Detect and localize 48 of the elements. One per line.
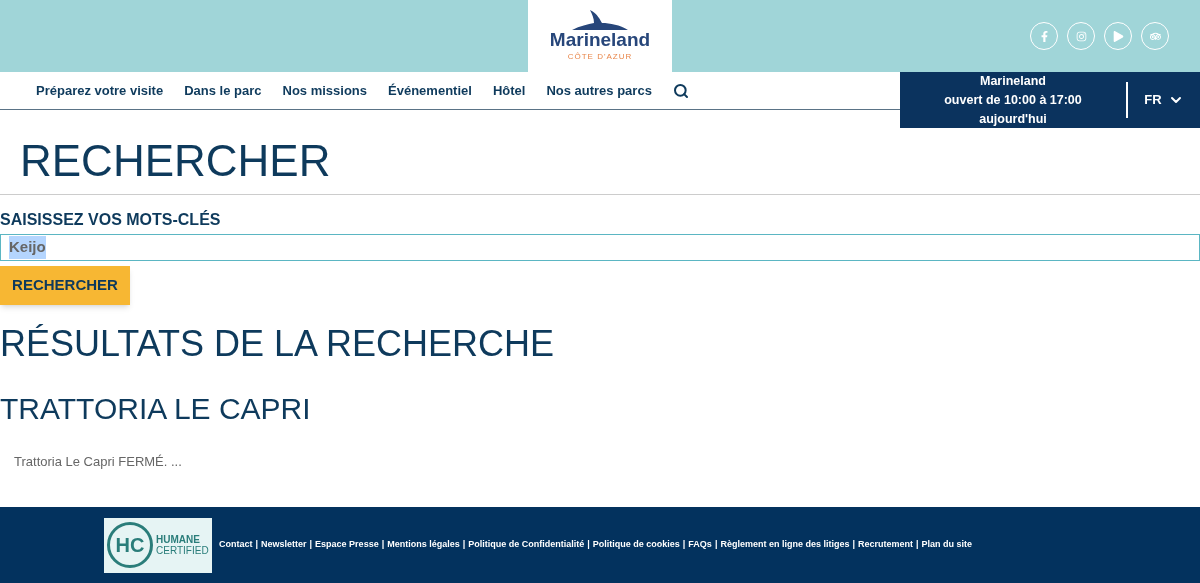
results-heading: RÉSULTATS DE LA RECHERCHE: [0, 324, 556, 364]
footer-link[interactable]: Espace Presse: [315, 538, 379, 552]
link-separator: |: [381, 538, 385, 552]
owl-icon: [1149, 30, 1161, 42]
link-separator: |: [462, 538, 466, 552]
link-separator: |: [255, 538, 259, 552]
footer-link[interactable]: Plan du site: [921, 538, 973, 552]
nav-link[interactable]: Nos autres parcs: [546, 80, 652, 101]
footer-link[interactable]: FAQs: [688, 538, 712, 552]
nav-link[interactable]: Événementiel: [388, 80, 472, 101]
opening-hours-text: aujourd'hui: [979, 110, 1047, 128]
logo[interactable]: Marineland CÔTE D'AZUR: [528, 0, 672, 72]
footer-link[interactable]: Newsletter: [261, 538, 307, 552]
nav-link[interactable]: Hôtel: [492, 80, 526, 101]
play-icon: [1112, 30, 1124, 42]
link-separator: |: [916, 538, 919, 552]
link-separator: |: [714, 538, 718, 552]
footer-link[interactable]: Règlement en ligne des litiges: [720, 538, 850, 552]
link-separator: |: [587, 538, 590, 552]
result-excerpt: Trattoria Le Capri FERMÉ. ...: [14, 453, 183, 471]
opening-hours-text: Marineland: [980, 72, 1046, 90]
footer-link[interactable]: Contact: [219, 538, 253, 552]
footer-link[interactable]: Politique de cookies: [592, 538, 680, 552]
search-button[interactable]: RECHERCHER: [0, 266, 130, 305]
opening-hours-text: ouvert de 10:00 à 17:00: [944, 91, 1082, 109]
nav-link[interactable]: Préparez votre visite: [36, 80, 164, 101]
logo-tagline: CÔTE D'AZUR: [567, 50, 633, 63]
search-value: Keijo: [9, 236, 46, 259]
footer-link[interactable]: Mentions légales: [387, 538, 460, 552]
link-separator: |: [682, 538, 686, 552]
footer-link[interactable]: Recrutement: [858, 538, 913, 552]
badge-mark: HC: [107, 522, 153, 568]
badge-text: CERTIFIED: [156, 545, 209, 556]
link-separator: |: [852, 538, 855, 552]
nav-link[interactable]: Dans le parc: [184, 80, 262, 101]
badge-text: HUMANE: [156, 534, 201, 545]
language-selector[interactable]: FR: [1128, 90, 1200, 110]
instagram-icon: [1075, 30, 1087, 42]
footer-link[interactable]: Politique de Confidentialité: [468, 538, 585, 552]
search-field[interactable]: Keijo: [0, 234, 1200, 261]
page-title: RECHERCHER: [20, 139, 331, 183]
nav-link[interactable]: Nos missions: [282, 80, 368, 101]
result-title[interactable]: TRATTORIA LE CAPRI: [0, 392, 1200, 426]
link-separator: |: [309, 538, 313, 552]
search-icon[interactable]: [672, 82, 689, 99]
search-label: SAISISSEZ VOS MOTS-CLÉS: [0, 210, 222, 230]
fin-icon: [570, 9, 630, 30]
logo-name: Marineland: [549, 29, 651, 49]
